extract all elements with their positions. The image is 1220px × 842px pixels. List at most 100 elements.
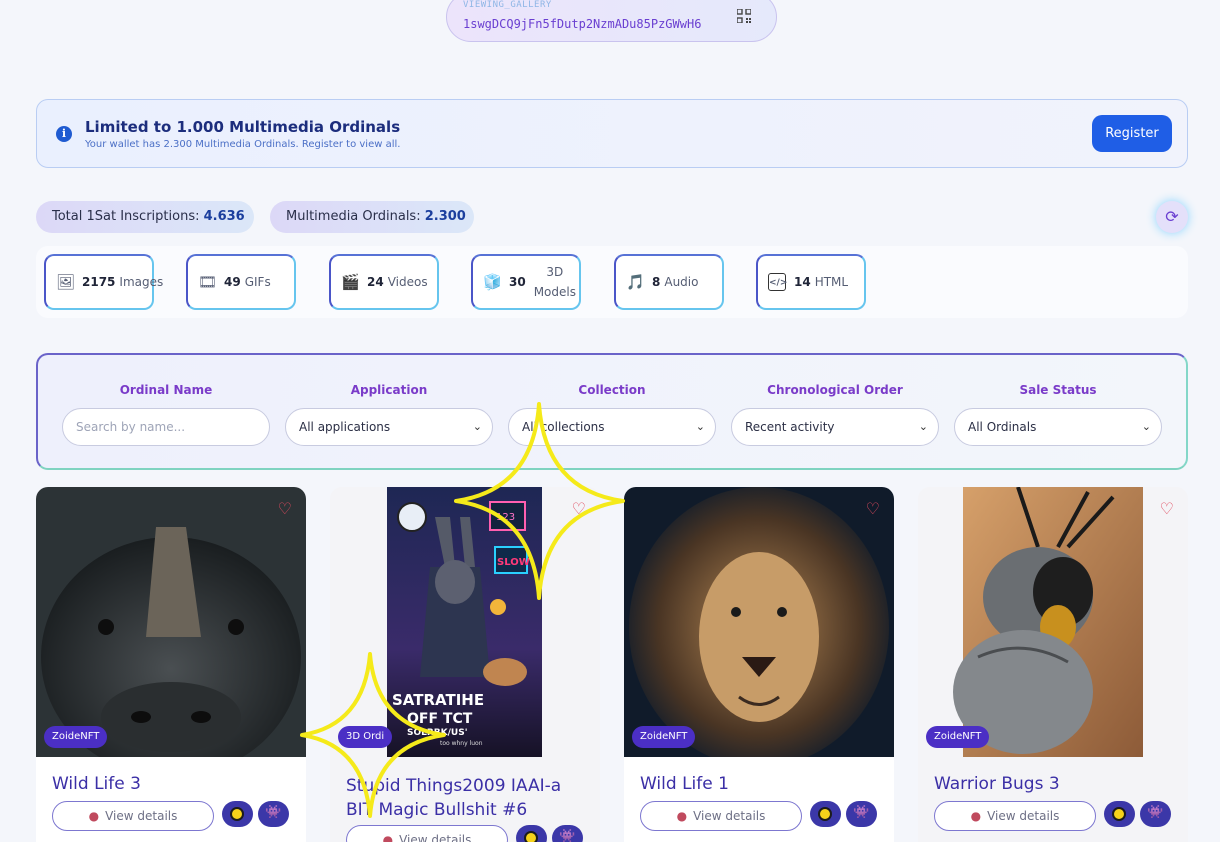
type-label: Images xyxy=(119,275,164,289)
card-title: Wild Life 1 xyxy=(640,774,729,794)
ordinal-card[interactable]: ♡ ZoideNFT Wild Life 1 ● View details xyxy=(624,487,894,842)
stat-label: Total 1Sat Inscriptions: xyxy=(52,209,200,224)
app-chip-icon[interactable] xyxy=(846,801,877,827)
gallery-address-pill: VIEWING_GALLERY 1swgDCQ9jFn5fDutp2NzmADu… xyxy=(446,0,777,42)
type-card-audio[interactable]: 🎵 8 Audio xyxy=(614,254,724,310)
view-details-button[interactable]: ● View details xyxy=(346,825,508,842)
poster-text-line: SOLRBK/US' xyxy=(407,728,467,738)
chevron-down-icon: ⌄ xyxy=(1141,420,1151,433)
notice-subtitle: Your wallet has 2.300 Multimedia Ordinal… xyxy=(85,139,401,150)
type-count: 24 xyxy=(367,275,384,289)
wallet-address: 1swgDCQ9jFn5fDutp2NzmADu85PzGWwH6 xyxy=(463,17,702,31)
app-chip-icon[interactable] xyxy=(1140,801,1171,827)
select-value: All collections xyxy=(522,420,605,434)
type-count: 49 xyxy=(224,275,241,289)
view-details-label: View details xyxy=(399,833,472,842)
favorite-heart-icon[interactable]: ♡ xyxy=(278,499,292,518)
view-details-button[interactable]: ● View details xyxy=(52,801,214,831)
type-card-3d-models[interactable]: 🧊 30 3D Models xyxy=(471,254,581,310)
eye-icon: ● xyxy=(676,809,688,823)
notice-title: Limited to 1.000 Multimedia Ordinals xyxy=(85,118,401,136)
type-label: Videos xyxy=(387,275,428,289)
refresh-icon: ⟳ xyxy=(1165,207,1179,226)
chevron-down-icon: ⌄ xyxy=(472,420,482,433)
collection-badge: 3D Ordi xyxy=(338,726,393,748)
app-chip-icon[interactable] xyxy=(552,825,583,842)
ordinal-card[interactable]: ♡ ZoideNFT Wild Life 3 ● View details xyxy=(36,487,306,842)
poster-text-line: OFF TCT xyxy=(407,711,473,727)
type-count: 14 xyxy=(794,275,811,289)
music-icon: 🎵 xyxy=(626,273,645,291)
name-search-input[interactable]: Search by name... xyxy=(62,408,270,446)
poster-sign-text: 123 xyxy=(496,512,515,523)
view-details-button[interactable]: ● View details xyxy=(934,801,1096,831)
card-title: Warrior Bugs 3 xyxy=(934,774,1060,794)
favorite-heart-icon[interactable]: ♡ xyxy=(572,499,586,518)
view-details-button[interactable]: ● View details xyxy=(640,801,802,831)
filter-label-collection: Collection xyxy=(578,383,646,397)
collection-select[interactable]: All collections ⌄ xyxy=(508,408,716,446)
code-file-icon: </> xyxy=(768,273,787,291)
clapper-icon: 🎬 xyxy=(341,273,360,291)
register-button[interactable]: Register xyxy=(1092,115,1172,152)
filter-label-sale-status: Sale Status xyxy=(1019,383,1097,397)
image-icon: 🖼 xyxy=(56,273,76,291)
ordinal-card[interactable]: ♡ ZoideNFT Warrior Bugs 3 ● View details xyxy=(918,487,1188,842)
view-details-label: View details xyxy=(105,809,178,823)
sale-status-select[interactable]: All Ordinals ⌄ xyxy=(954,408,1162,446)
app-chip-icon[interactable] xyxy=(258,801,289,827)
type-label: HTML xyxy=(814,275,849,289)
card-title: Stupid Things2009 IAAI-a BIT Magic Bulls… xyxy=(346,776,562,820)
favorite-heart-icon[interactable]: ♡ xyxy=(866,499,880,518)
limit-notice-banner: i Limited to 1.000 Multimedia Ordinals Y… xyxy=(36,99,1188,168)
info-icon: i xyxy=(56,126,72,142)
card-image-armored-bug[interactable] xyxy=(918,487,1188,757)
eye-icon: ● xyxy=(970,809,982,823)
type-count: 30 xyxy=(509,275,526,289)
stat-value: 2.300 xyxy=(424,209,466,224)
type-card-html[interactable]: </> 14 HTML xyxy=(756,254,866,310)
stat-value: 4.636 xyxy=(203,209,245,224)
type-count: 2175 xyxy=(82,275,116,289)
filter-label-order: Chronological Order xyxy=(767,383,903,397)
card-image-donkey-poster[interactable]: SLOW 123 SATRATIHE OFF TCT SOLRBK/US' to… xyxy=(330,487,600,757)
poster-text-line: SATRATIHE xyxy=(392,691,484,709)
film-icon: 🎞 xyxy=(198,273,218,291)
collection-badge: ZoideNFT xyxy=(632,726,696,748)
select-value: All Ordinals xyxy=(968,420,1037,434)
card-image-lion[interactable] xyxy=(624,487,894,757)
eye-icon: ● xyxy=(88,809,100,823)
cube-icon: 🧊 xyxy=(483,273,502,291)
coin-chip-icon[interactable] xyxy=(516,825,547,842)
favorite-heart-icon[interactable]: ♡ xyxy=(1160,499,1174,518)
chevron-down-icon: ⌄ xyxy=(695,420,705,433)
stat-label: Multimedia Ordinals: xyxy=(286,209,421,224)
order-select[interactable]: Recent activity ⌄ xyxy=(731,408,939,446)
ordinal-card[interactable]: SLOW 123 SATRATIHE OFF TCT SOLRBK/US' to… xyxy=(330,487,600,842)
gallery-label: VIEWING_GALLERY xyxy=(463,0,552,10)
multimedia-ordinals-stat: Multimedia Ordinals: 2.300 xyxy=(270,201,474,233)
select-value: Recent activity xyxy=(745,420,835,434)
coin-chip-icon[interactable] xyxy=(222,801,253,827)
collection-badge: ZoideNFT xyxy=(44,726,108,748)
type-label: 3D Models xyxy=(533,265,576,299)
eye-icon: ● xyxy=(382,833,394,842)
filter-label-application: Application xyxy=(350,383,428,397)
card-image-rhino[interactable] xyxy=(36,487,306,757)
poster-sign-text: SLOW xyxy=(497,557,530,568)
view-details-label: View details xyxy=(693,809,766,823)
qr-code-icon[interactable] xyxy=(737,9,751,23)
refresh-button[interactable]: ⟳ xyxy=(1156,201,1188,233)
coin-chip-icon[interactable] xyxy=(810,801,841,827)
application-select[interactable]: All applications ⌄ xyxy=(285,408,493,446)
coin-chip-icon[interactable] xyxy=(1104,801,1135,827)
select-value: All applications xyxy=(299,420,391,434)
type-card-images[interactable]: 🖼 2175 Images xyxy=(44,254,163,310)
type-label: GIFs xyxy=(244,275,271,289)
type-card-videos[interactable]: 🎬 24 Videos xyxy=(329,254,439,310)
type-label: Audio xyxy=(664,275,699,289)
poster-text-line: too whny luon xyxy=(440,740,483,747)
collection-badge: ZoideNFT xyxy=(926,726,990,748)
total-inscriptions-stat: Total 1Sat Inscriptions: 4.636 xyxy=(36,201,254,233)
type-card-gifs[interactable]: 🎞 49 GIFs xyxy=(186,254,296,310)
